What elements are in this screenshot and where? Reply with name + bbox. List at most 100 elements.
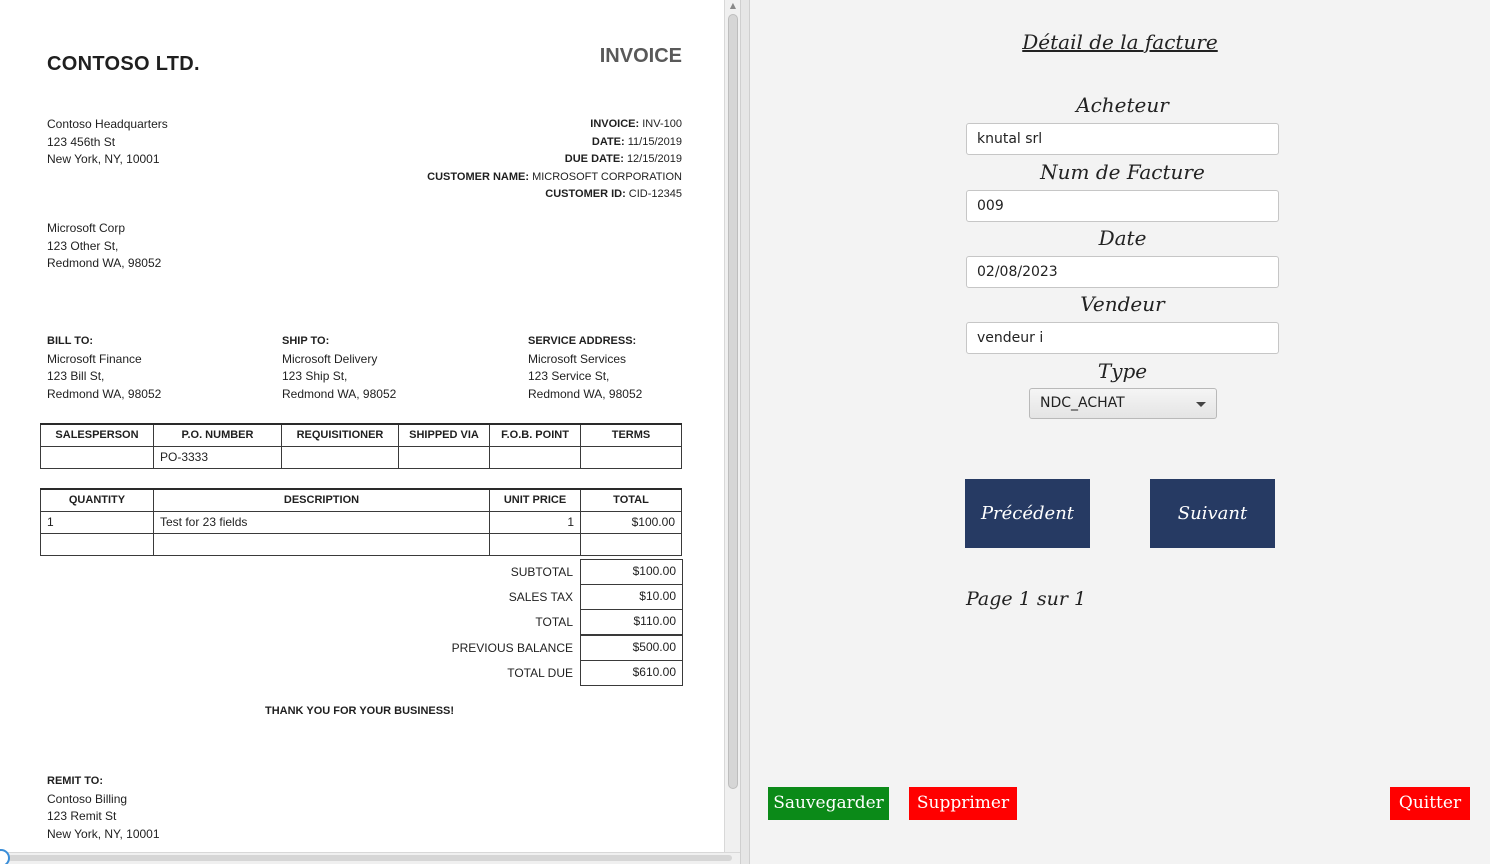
table-cell <box>489 532 581 556</box>
type-select-value: NDC_ACHAT <box>1040 395 1125 411</box>
horizontal-scrollbar[interactable] <box>0 849 740 864</box>
company-address: Contoso Headquarters 123 456th St New Yo… <box>47 116 168 169</box>
date-field[interactable]: 02/08/2023 <box>966 256 1279 288</box>
date-label: Date <box>1098 226 1147 250</box>
chevron-down-icon <box>1196 402 1206 407</box>
column-header: UNIT PRICE <box>489 488 581 512</box>
address-line: Contoso Billing <box>47 791 128 806</box>
address-line: New York, NY, 10001 <box>47 152 160 166</box>
vertical-scrollbar[interactable]: ▲ <box>724 0 740 864</box>
service-address-block: SERVICE ADDRESS: Microsoft Services 123 … <box>528 333 642 403</box>
invoice-detail-form: Détail de la facture Acheteur knutal srl… <box>750 0 1490 864</box>
column-header: DESCRIPTION <box>153 488 490 512</box>
total-label: TOTAL <box>535 615 573 629</box>
page-indicator: Page 1 sur 1 <box>966 588 1087 610</box>
table-cell <box>40 532 154 556</box>
horizontal-scroll-thumb[interactable] <box>8 855 732 861</box>
company-name: CONTOSO LTD. <box>47 53 200 75</box>
previous-balance-row: PREVIOUS BALANCE $500.00 <box>400 635 683 661</box>
column-header: SALESPERSON <box>40 423 154 447</box>
table-row: 1 Test for 23 fields 1 $100.00 <box>40 510 682 534</box>
address-line: Redmond WA, 98052 <box>528 386 643 401</box>
address-line: Redmond WA, 98052 <box>282 386 397 401</box>
address-line: 123 456th St <box>47 134 116 149</box>
ship-to-block: SHIP TO: Microsoft Delivery 123 Ship St,… <box>282 333 396 403</box>
form-title: Détail de la facture <box>1022 30 1218 54</box>
scroll-knob-icon[interactable] <box>0 849 10 864</box>
address-line: 123 Service St, <box>528 369 610 383</box>
address-line: Microsoft Corp <box>47 221 126 235</box>
type-label: Type <box>1097 359 1148 383</box>
next-button[interactable]: Suivant <box>1150 479 1275 548</box>
table-cell <box>153 532 490 556</box>
table-header-row: SALESPERSON P.O. NUMBER REQUISITIONER SH… <box>40 423 682 447</box>
table-cell: PO-3333 <box>153 445 282 469</box>
address-line: Redmond WA, 98052 <box>47 256 162 270</box>
vendeur-field[interactable]: vendeur i <box>966 322 1279 354</box>
order-table: SALESPERSON P.O. NUMBER REQUISITIONER SH… <box>40 423 682 469</box>
column-header: TOTAL <box>580 488 682 512</box>
table-row <box>40 532 682 556</box>
address-line: 123 Ship St, <box>282 369 348 383</box>
remit-to-label: REMIT TO: <box>47 775 104 787</box>
address-line: Microsoft Services <box>528 351 627 366</box>
meta-invoice: INVOICE: INV-100 <box>590 118 682 130</box>
table-cell: 1 <box>40 510 154 534</box>
total-due-row: TOTAL DUE $610.00 <box>400 660 683 686</box>
address-line: 123 Remit St <box>47 809 117 823</box>
table-cell <box>398 445 490 469</box>
table-cell <box>580 445 682 469</box>
table-cell: $100.00 <box>580 510 682 534</box>
address-line: New York, NY, 10001 <box>47 826 160 841</box>
address-line: 123 Other St, <box>47 238 119 253</box>
meta-due-date: DUE DATE: 12/15/2019 <box>564 153 682 165</box>
address-line: 123 Bill St, <box>47 369 105 383</box>
column-header: F.O.B. POINT <box>489 423 581 447</box>
meta-customer-name: CUSTOMER NAME: MICROSOFT CORPORATION <box>427 170 682 183</box>
delete-button[interactable]: Supprimer <box>909 787 1017 820</box>
ship-to-label: SHIP TO: <box>282 335 330 347</box>
table-cell <box>580 532 682 556</box>
table-cell: 1 <box>489 510 581 534</box>
remit-to-block: REMIT TO: Contoso Billing 123 Remit St N… <box>47 773 160 843</box>
table-row: PO-3333 <box>40 445 682 469</box>
address-line: Microsoft Delivery <box>282 351 378 366</box>
invoice-meta: INVOICE: INV-100 DATE: 11/15/2019 DUE DA… <box>427 116 682 204</box>
type-select[interactable]: NDC_ACHAT <box>1029 388 1217 419</box>
split-pane-divider[interactable] <box>740 0 750 864</box>
save-button[interactable]: Sauvegarder <box>768 787 889 820</box>
meta-customer-id: CUSTOMER ID: CID-12345 <box>545 188 682 200</box>
thank-you-note: THANK YOU FOR YOUR BUSINESS! <box>265 705 455 717</box>
total-value: $110.00 <box>580 609 683 635</box>
bill-to-block: BILL TO: Microsoft Finance 123 Bill St, … <box>47 333 161 403</box>
service-address-label: SERVICE ADDRESS: <box>528 335 637 347</box>
vendeur-label: Vendeur <box>1080 292 1165 316</box>
document-viewer[interactable]: CONTOSO LTD. INVOICE Contoso Headquarter… <box>0 0 724 864</box>
num-facture-label: Num de Facture <box>1040 160 1205 184</box>
subtotal-label: SUBTOTAL <box>510 565 573 579</box>
vertical-scroll-thumb[interactable] <box>728 14 738 789</box>
table-cell <box>489 445 581 469</box>
scroll-up-arrow-icon[interactable]: ▲ <box>728 0 738 12</box>
subtotal-value: $100.00 <box>580 559 683 585</box>
column-header: REQUISITIONER <box>281 423 399 447</box>
invoice-page: CONTOSO LTD. INVOICE Contoso Headquarter… <box>0 0 724 856</box>
column-header: SHIPPED VIA <box>398 423 490 447</box>
table-cell: Test for 23 fields <box>153 510 490 534</box>
invoice-title: INVOICE <box>599 45 682 67</box>
items-table: QUANTITY DESCRIPTION UNIT PRICE TOTAL 1 … <box>40 488 682 556</box>
sales-tax-label: SALES TAX <box>508 590 573 604</box>
num-facture-field[interactable]: 009 <box>966 190 1279 222</box>
address-line: Redmond WA, 98052 <box>47 386 162 401</box>
table-header-row: QUANTITY DESCRIPTION UNIT PRICE TOTAL <box>40 488 682 512</box>
previous-button[interactable]: Précédent <box>965 479 1090 548</box>
acheteur-field[interactable]: knutal srl <box>966 123 1279 155</box>
column-header: QUANTITY <box>40 488 154 512</box>
previous-balance-label: PREVIOUS BALANCE <box>451 641 573 655</box>
address-line: Contoso Headquarters <box>47 117 168 131</box>
customer-address: Microsoft Corp 123 Other St, Redmond WA,… <box>47 220 161 273</box>
sales-tax-row: SALES TAX $10.00 <box>400 584 683 610</box>
column-header: TERMS <box>580 423 682 447</box>
quit-button[interactable]: Quitter <box>1390 787 1470 820</box>
sales-tax-value: $10.00 <box>580 584 683 610</box>
